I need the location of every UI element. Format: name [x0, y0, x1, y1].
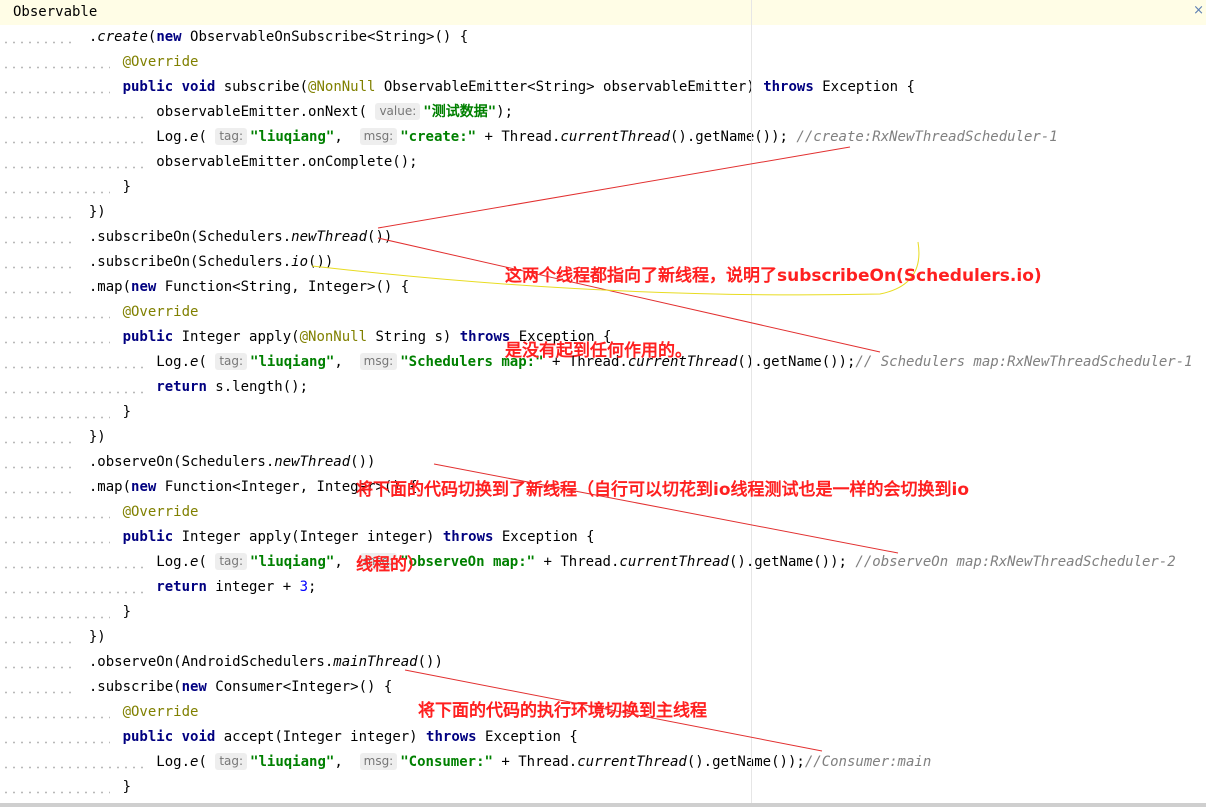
note-observeon-line2: 线程的） — [356, 555, 424, 575]
note-observeon: 将下面的代码切换到了新线程（自行可以切花到io线程测试也是一样的会切换到io 线… — [356, 428, 969, 603]
note-subscribeon: 这两个线程都指向了新线程，说明了subscribeOn(Schedulers.i… — [505, 214, 1042, 389]
note-subscribeon-line2: 是没有起到任何作用的。 — [505, 341, 692, 361]
note-mainthread: 将下面的代码的执行环境切换到主线程 — [418, 649, 707, 749]
note-subscribeon-line1: 这两个线程都指向了新线程，说明了subscribeOn(Schedulers.i… — [505, 266, 1042, 286]
editor-bottom-bar — [0, 803, 1206, 807]
note-mainthread-line1: 将下面的代码的执行环境切换到主线程 — [418, 701, 707, 721]
note-observeon-line1: 将下面的代码切换到了新线程（自行可以切花到io线程测试也是一样的会切换到io — [356, 480, 970, 500]
